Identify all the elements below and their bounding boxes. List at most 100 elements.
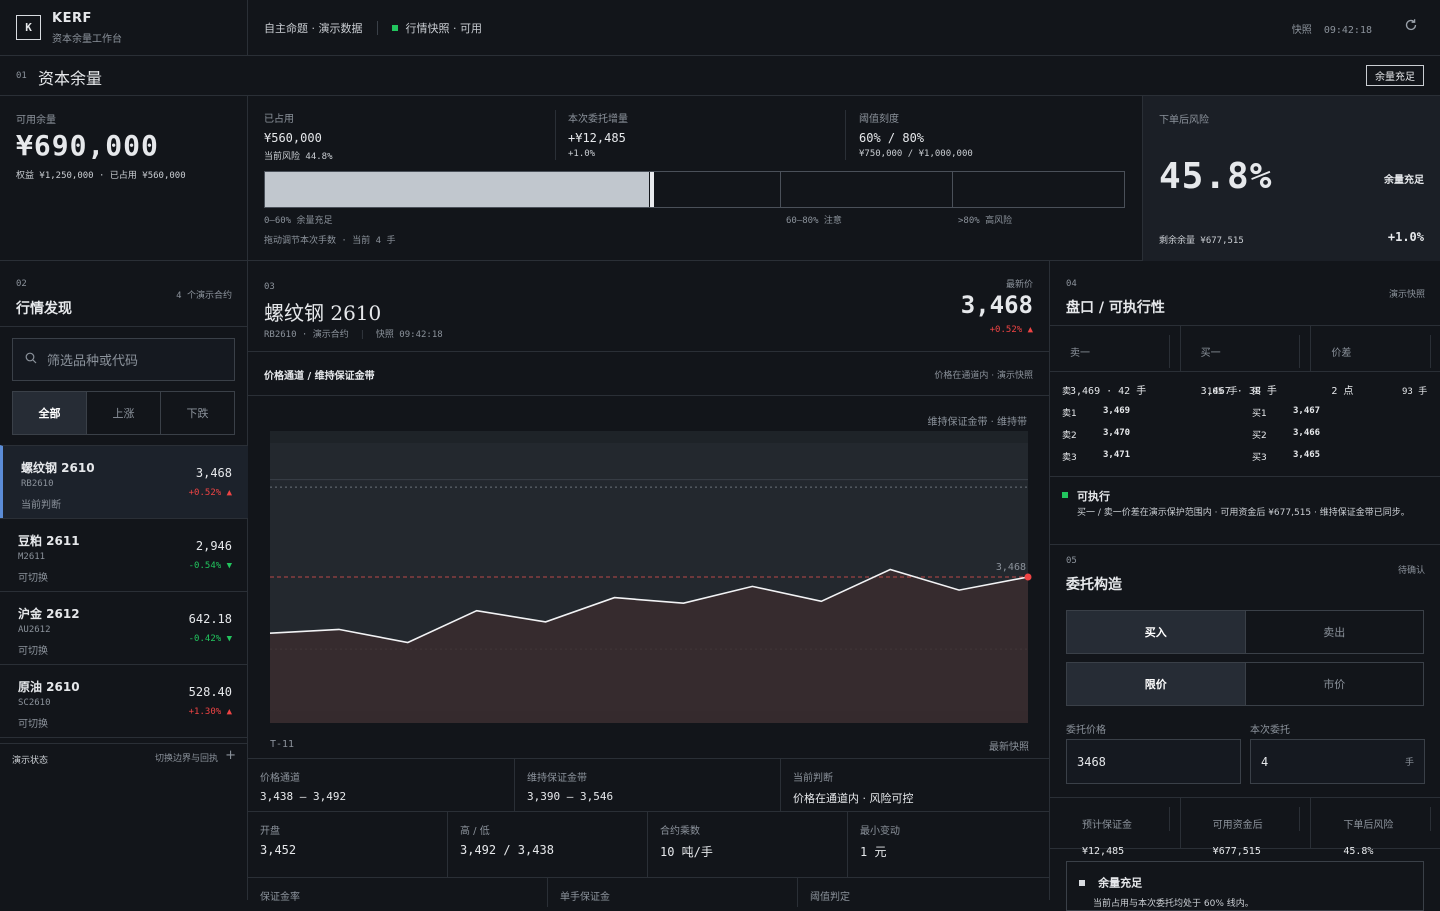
best-bid-label: 买一 [1191,335,1301,368]
stat-label: 当前判断 [793,773,833,784]
stat-cell: 单手保证金 [548,878,798,907]
watchlist-item-sc2610[interactable]: 原油 2610 SC2610 可切换 528.40 +1.30% ▲ [0,664,248,738]
quantity-label: 本次委托 [1250,725,1290,736]
item-state: 当前判断 [21,500,61,511]
market-button[interactable]: 市价 [1246,663,1424,705]
bid-total: 93 手 [1402,387,1428,397]
limit-button[interactable]: 限价 [1067,663,1246,705]
top-bar: K KERF 资本余量工作台 自主命题 · 演示数据 行情快照 · 可用 快照 … [0,0,1440,56]
remaining-capital: 剩余余量 ¥677,515 [1159,236,1244,246]
plus-icon[interactable]: + [225,748,236,763]
quantity-input[interactable]: 4 手 [1250,739,1425,784]
demo-toggle[interactable]: 切换边界与回执 [155,751,218,764]
best-quotes: 卖一 3,469 · 42 手 买一 3,467 · 38 手 价差 2 点 [1050,326,1440,397]
post-risk-status: 余量充足 [1384,175,1424,186]
watchlist-item-rb2610[interactable]: 螺纹钢 2610 RB2610 当前判断 3,468 +0.52% ▲ [0,445,248,519]
capital-usage: 已占用 ¥560,000 当前风险 44.8% 本次委托增量 +¥12,485 … [248,96,1142,261]
zone-label-safe: 0–60% 余量充足 [264,216,333,226]
stat-cell: 最小变动 1 元 [848,812,1049,877]
stat-value: 3,438 — 3,492 [260,790,347,803]
item-name: 螺纹钢 2610 [21,461,95,475]
stat-cell: 维持保证金带 3,390 — 3,546 [515,759,781,811]
stat-cell: 高 / 低 3,492 / 3,438 [448,812,648,877]
snapshot-time: 快照 09:42:18 [1292,21,1372,36]
brand-subtitle: 资本余量工作台 [52,34,122,45]
item-name: 沪金 2612 [18,607,80,621]
stat-label: 单手保证金 [560,892,610,903]
increment-label: 本次委托增量 [568,114,628,125]
item-price: 642.18 [188,612,232,626]
ask-total: 105 手 [1207,387,1238,397]
post-risk-label: 下单后风险 [1159,115,1209,126]
drag-hint: 拖动调节本次手数 · 当前 4 手 [264,236,396,246]
instrument-meta: RB2610 · 演示合约 | 快照 09:42:18 [264,330,443,340]
bid-level-label: 买2 [1252,431,1267,441]
last-change: +0.52% ▲ [989,325,1033,335]
risk-after-value: 45.8% [1343,846,1374,857]
used-label: 已占用 [264,114,294,125]
filter-down[interactable]: 下跌 [161,392,234,434]
stat-value: 价格在通道内 · 风险可控 [793,792,914,805]
search-input[interactable]: 筛选品种或代码 [12,338,235,381]
risk-slider[interactable] [264,171,1125,208]
post-risk-value: 45.8% [1159,156,1273,197]
item-name: 豆粕 2611 [18,534,80,548]
bid-header: 买 [1252,387,1262,397]
instrument-name: 螺纹钢 2610 [264,301,382,325]
chart-panel-title: 价格通道 / 维持保证金带 [264,371,375,382]
ask-level-label: 卖1 [1062,409,1077,419]
best-ask: 卖一 3,469 · 42 手 [1050,326,1181,397]
watchlist-item-m2611[interactable]: 豆粕 2611 M2611 可切换 2,946 -0.54% ▼ [0,518,248,592]
buy-button[interactable]: 买入 [1067,611,1246,653]
filter-up[interactable]: 上涨 [87,392,161,434]
post-order-risk: 下单后风险 45.8% 余量充足 剩余余量 ¥677,515 +1.0% [1142,96,1440,261]
execution-panel: 04 盘口 / 可执行性 演示快照 卖一 3,469 · 42 手 买一 3,4… [1049,261,1440,911]
exec-title: 可执行 [1077,490,1110,503]
stats-row-1: 价格通道 3,438 — 3,492 维持保证金带 3,390 — 3,546 … [248,758,1049,811]
section-number: 02 [16,279,27,289]
item-price: 2,946 [195,539,232,553]
last-price: 3,468 [960,291,1033,319]
filter-all[interactable]: 全部 [13,392,87,434]
bid-level-price: 3,467 [1293,406,1321,416]
zone-label-caution: 60–80% 注意 [786,216,842,226]
stat-label: 合约乘数 [660,826,700,837]
orderbook-header: 04 盘口 / 可执行性 演示快照 [1050,261,1440,326]
est-margin-label: 预计保证金 [1066,807,1170,831]
bid-level-price: 3,466 [1293,428,1321,438]
item-name: 原油 2610 [18,680,80,694]
capacity-notice: 余量充足 当前占用与本次委托均处于 60% 线内。 [1066,861,1424,911]
direction-filter: 全部 上涨 下跌 [12,391,235,435]
status-badge: 余量充足 [1366,65,1424,86]
item-change: +0.52% ▲ [188,488,232,498]
last-price-tag: 3,468 [996,562,1026,573]
watchlist-header: 02 行情发现 4 个演示合约 [0,261,248,327]
sell-button[interactable]: 卖出 [1246,611,1424,653]
x-axis-end: 最新快照 [989,742,1029,753]
brand: K KERF 资本余量工作台 [0,0,248,56]
est-margin-value: ¥12,485 [1082,846,1125,857]
status-dot-icon [391,25,398,31]
slider-handle[interactable] [648,172,654,207]
exec-text: 买一 / 卖一价差在演示保护范围内 · 可用资金后 ¥677,515 · 维持保… [1077,508,1410,518]
snapshot-label: 快照 [1291,25,1312,36]
item-change: -0.42% ▼ [188,634,232,644]
item-price: 528.40 [188,685,232,699]
instrument-snapshot: 快照 09:42:18 [375,330,443,340]
breadcrumb: 自主命题 · 演示数据 行情快照 · 可用 [264,20,482,36]
watchlist-item-au2612[interactable]: 沪金 2612 AU2612 可切换 642.18 -0.42% ▼ [0,591,248,665]
price-input[interactable]: 3468 [1066,739,1241,784]
item-code: SC2610 [18,698,51,708]
refresh-icon[interactable] [1404,18,1418,36]
stat-label: 维持保证金带 [527,773,587,784]
section-title: 资本余量 [38,69,103,88]
used-metric: 已占用 ¥560,000 当前风险 44.8% [264,110,333,162]
item-change: +1.30% ▲ [188,707,232,717]
post-risk-delta: +1.0% [1387,230,1424,244]
stat-label: 最小变动 [860,826,900,837]
price-label: 委托价格 [1066,725,1106,736]
increment-sub: +1.0% [568,149,596,159]
quantity-value: 4 [1261,754,1269,769]
logo: K [16,15,41,40]
chart-panel-header: 价格通道 / 维持保证金带 价格在通道内 · 演示快照 [248,352,1049,396]
